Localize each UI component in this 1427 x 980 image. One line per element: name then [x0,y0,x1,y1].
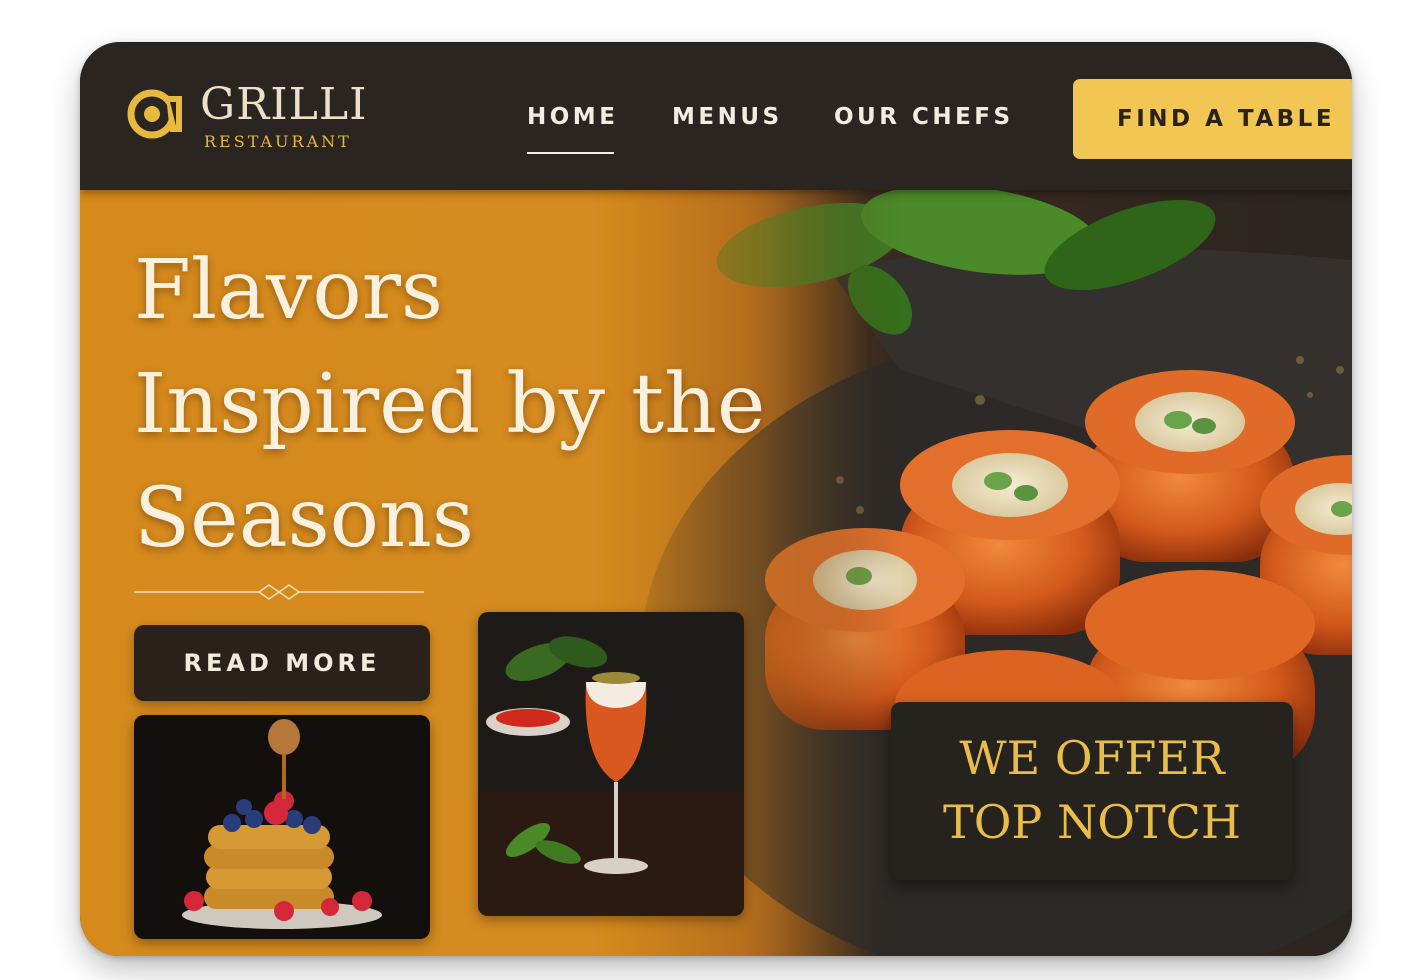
offer-line-1: WE OFFER [959,731,1225,785]
pancake-stack-photo[interactable] [134,715,430,939]
offer-banner: WE OFFER TOP NOTCH [891,702,1293,880]
top-navigation-bar: GRILLI RESTAURANT HOME MENUS OUR CHEFS F… [80,42,1352,190]
nav-link-our-chefs[interactable]: OUR CHEFS [834,102,1014,132]
restaurant-logo-icon [127,89,182,139]
offer-line-2: TOP NOTCH [943,795,1241,849]
cocktail-glass-photo[interactable] [478,612,744,916]
brand-name[interactable]: GRILLI [200,80,367,130]
read-more-button[interactable]: READ MORE [134,625,430,701]
ornament-divider [134,584,424,600]
nav-active-underline [527,152,614,154]
nav-link-home[interactable]: HOME [527,102,618,132]
find-a-table-button[interactable]: FIND A TABLE [1073,79,1352,159]
nav-link-menus[interactable]: MENUS [672,102,783,132]
brand-tagline: RESTAURANT [204,132,352,151]
hero-headline: Flavors Inspired by the Seasons [134,243,766,566]
website-card: GRILLI RESTAURANT HOME MENUS OUR CHEFS F… [80,42,1352,956]
